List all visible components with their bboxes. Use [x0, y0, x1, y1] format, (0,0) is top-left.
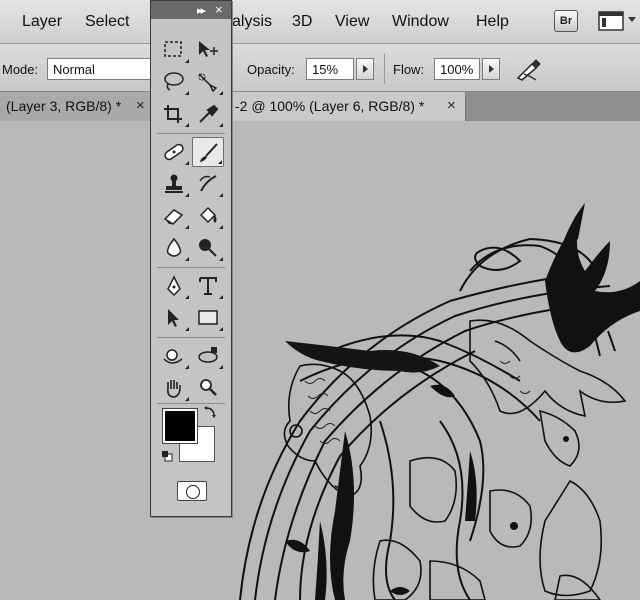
menu-help[interactable]: Help	[476, 13, 509, 31]
opacity-slider-button[interactable]	[356, 58, 374, 80]
separator	[157, 337, 225, 338]
foreground-color-swatch[interactable]	[162, 408, 198, 444]
zoom-tool[interactable]	[192, 373, 224, 403]
hand-tool[interactable]	[158, 373, 190, 403]
healing-brush-tool[interactable]	[158, 137, 190, 167]
options-bar: Mode: Normal Opacity: 15% Flow: 100%	[0, 44, 640, 92]
screen-mode-icon[interactable]	[598, 11, 624, 31]
tab-layer-3[interactable]: (Layer 3, RGB/8) * ×	[0, 92, 152, 121]
mode-label: Mode:	[2, 62, 39, 77]
artwork-illustration	[0, 121, 640, 600]
screen-mode-dropdown-icon[interactable]	[628, 17, 636, 22]
tools-panel: ▸▸ ×	[150, 0, 232, 517]
3d-orbit-tool[interactable]	[192, 341, 224, 371]
separator	[384, 54, 385, 84]
separator	[157, 267, 225, 268]
move-tool[interactable]	[192, 35, 224, 65]
separator	[157, 133, 225, 134]
mode-select[interactable]: Normal	[47, 58, 151, 80]
tab-label: (Layer 3, RGB/8) *	[6, 98, 122, 114]
brush-tool[interactable]	[192, 137, 224, 167]
swap-colors-icon[interactable]	[203, 405, 217, 419]
menu-view[interactable]: View	[335, 13, 369, 31]
bridge-button[interactable]: Br	[554, 10, 578, 32]
menu-layer[interactable]: Layer	[22, 13, 62, 31]
path-selection-tool[interactable]	[158, 303, 190, 333]
lasso-tool[interactable]	[158, 67, 190, 97]
menu-3d[interactable]: 3D	[292, 13, 312, 31]
blur-tool[interactable]	[158, 233, 190, 263]
separator	[157, 403, 225, 404]
rectangle-tool[interactable]	[192, 303, 224, 333]
menu-select[interactable]: Select	[85, 13, 129, 31]
pen-tool[interactable]	[158, 271, 190, 301]
dodge-tool[interactable]	[192, 233, 224, 263]
document-tabs: (Layer 3, RGB/8) * × -2 @ 100% (Layer 6,…	[0, 92, 640, 121]
eyedropper-tool[interactable]	[192, 99, 224, 129]
type-tool[interactable]	[192, 271, 224, 301]
collapse-icon[interactable]: ▸▸	[197, 4, 206, 17]
default-colors-icon[interactable]	[161, 450, 173, 462]
3d-rotate-tool[interactable]	[158, 341, 190, 371]
tab-layer-6[interactable]: -2 @ 100% (Layer 6, RGB/8) * ×	[228, 92, 466, 121]
flow-slider-button[interactable]	[482, 58, 500, 80]
quick-selection-tool[interactable]	[192, 67, 224, 97]
menu-window[interactable]: Window	[392, 13, 449, 31]
tab-close-icon[interactable]: ×	[136, 97, 145, 114]
paint-bucket-tool[interactable]	[192, 201, 224, 231]
flow-field[interactable]: 100%	[434, 58, 480, 80]
quick-mask-button[interactable]	[177, 481, 207, 501]
tools-panel-header[interactable]: ▸▸ ×	[151, 1, 231, 19]
opacity-field[interactable]: 15%	[306, 58, 354, 80]
menu-analysis[interactable]: alysis	[232, 13, 272, 31]
marquee-tool[interactable]	[158, 35, 190, 65]
eraser-tool[interactable]	[158, 201, 190, 231]
crop-tool[interactable]	[158, 99, 190, 129]
clone-stamp-tool[interactable]	[158, 169, 190, 199]
menu-bar: Layer Select alysis 3D View Window Help …	[0, 0, 640, 44]
flow-label: Flow:	[393, 62, 425, 77]
airbrush-icon[interactable]	[514, 56, 544, 82]
history-brush-tool[interactable]	[192, 169, 224, 199]
canvas-area[interactable]: ▸▸ ×	[0, 0, 640, 600]
opacity-label: Opacity:	[247, 62, 295, 77]
tab-close-icon[interactable]: ×	[447, 97, 456, 114]
tab-label: -2 @ 100% (Layer 6, RGB/8) *	[235, 98, 425, 114]
close-icon[interactable]: ×	[215, 2, 223, 17]
